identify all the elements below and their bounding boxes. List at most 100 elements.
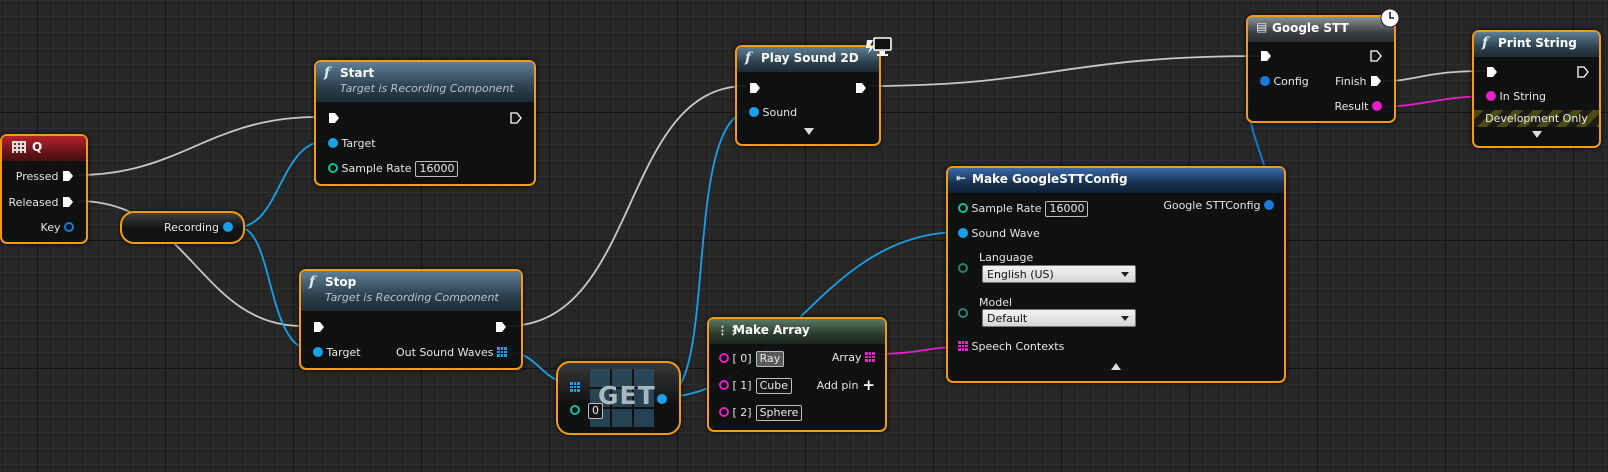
expand-arrow-icon[interactable] (1532, 131, 1542, 138)
exec-out-pin[interactable] (1577, 66, 1589, 80)
make-google-stt-config-node[interactable]: ⇤ Make GoogleSTTConfig Sample Rate 16000 S… (946, 166, 1286, 383)
key-q-node[interactable]: Q Pressed Released Key (0, 134, 88, 244)
item-0-input[interactable]: Ray (755, 351, 785, 367)
object-pin-icon (657, 394, 667, 404)
array-in-pin[interactable] (570, 381, 580, 395)
object-pin-icon (958, 228, 968, 238)
exec-in-pin[interactable] (328, 112, 340, 126)
array-item-1-pin[interactable]: [ 1] Cube (719, 378, 792, 394)
config-out-pin[interactable]: Google STTConfig (1163, 199, 1274, 213)
in-string-pin[interactable]: In String (1486, 90, 1546, 104)
exec-out-icon (63, 197, 73, 207)
exec-out-pin[interactable] (1370, 50, 1382, 64)
pin-label: Speech Contexts (971, 340, 1065, 353)
node-subtitle: Target is Recording Component (340, 82, 514, 95)
pin-label: Target (326, 346, 361, 359)
exec-out-pin[interactable] (495, 321, 507, 335)
array-pin-icon (497, 347, 507, 357)
config-pin[interactable]: Config (1260, 75, 1309, 89)
make-array-icon: ⋮⋮ (717, 324, 739, 337)
result-pin[interactable]: Result (1334, 100, 1382, 114)
item-1-input[interactable]: Cube (755, 378, 792, 394)
node-title: Make Array (733, 323, 810, 337)
google-stt-node[interactable]: ▤ Google STT Config Finish Result (1246, 15, 1396, 123)
item-out-pin[interactable] (657, 393, 667, 407)
pin-label: Key (40, 221, 61, 234)
client-only-icon (866, 37, 892, 63)
recording-out-pin[interactable]: Recording (164, 221, 233, 235)
keyboard-icon (12, 141, 26, 153)
sample-rate-input[interactable]: 16000 (415, 161, 459, 177)
exec-in-pin[interactable] (313, 321, 325, 335)
target-pin[interactable]: Target (313, 346, 361, 360)
released-pin[interactable]: Released (9, 196, 74, 210)
pin-label: Add pin (816, 379, 859, 392)
pin-label: Sound (762, 106, 798, 119)
item-2-input[interactable]: Sphere (755, 405, 803, 421)
exec-in-icon (329, 113, 339, 123)
model-label: Model (979, 296, 1013, 309)
enum-pin-icon (958, 308, 968, 318)
sample-rate-input[interactable]: 16000 (1045, 201, 1089, 217)
collapse-arrow-icon[interactable] (1111, 363, 1121, 370)
language-pin[interactable] (958, 262, 968, 276)
key-pin[interactable]: Key (41, 221, 74, 235)
sample-rate-pin[interactable]: Sample Rate 16000 (958, 201, 1089, 217)
add-pin-button[interactable]: Add pin + (817, 378, 875, 393)
exec-in-pin[interactable] (1486, 66, 1498, 80)
exec-in-pin[interactable] (749, 82, 761, 96)
model-pin[interactable] (958, 307, 968, 321)
array-pin-icon (865, 352, 875, 362)
exec-out-icon (1370, 50, 1382, 62)
pin-label: Array (831, 351, 862, 364)
exec-out-icon (510, 112, 522, 124)
index-input[interactable]: 0 (588, 403, 603, 419)
out-sound-waves-pin[interactable]: Out Sound Waves (396, 346, 507, 360)
model-dropdown[interactable]: Default (982, 309, 1136, 327)
pin-label: Sample Rate (971, 202, 1042, 215)
exec-out-pin[interactable] (855, 82, 867, 96)
target-pin[interactable]: Target (328, 137, 376, 151)
speech-contexts-pin[interactable]: Speech Contexts (958, 340, 1064, 354)
language-dropdown[interactable]: English (US) (982, 265, 1136, 283)
exec-out-pin[interactable] (510, 112, 522, 126)
array-pin-icon (958, 341, 968, 351)
int-pin-icon (328, 163, 338, 173)
string-pin-icon (1486, 91, 1496, 101)
index-pin[interactable]: 0 (570, 403, 603, 419)
play-sound-2d-node[interactable]: f Play Sound 2D Sound (735, 45, 881, 146)
pin-label: Result (1334, 100, 1369, 113)
pin-label: Released (8, 196, 59, 209)
object-pin-icon (313, 347, 323, 357)
function-icon: f (324, 65, 331, 81)
wire-pressed-to-start (77, 116, 318, 176)
pin-label: Google STTConfig (1163, 199, 1261, 212)
finish-pin[interactable]: Finish (1335, 75, 1382, 89)
pin-label: Config (1273, 75, 1309, 88)
sound-wave-pin[interactable]: Sound Wave (958, 227, 1040, 241)
print-string-node[interactable]: f Print String In String Development Only (1472, 30, 1601, 148)
array-get-node[interactable]: GET 0 (556, 361, 681, 435)
recording-variable-node[interactable]: Recording (120, 211, 245, 244)
object-pin-icon (222, 222, 233, 232)
stop-function-node[interactable]: f Stop Target is Recording Component Targe… (299, 269, 523, 370)
async-node-icon: ▤ (1256, 20, 1268, 34)
exec-out-icon (63, 171, 73, 181)
make-array-node[interactable]: ⋮⋮ Make Array [ 0] Ray [ 1] Cube [ 2] Sphere… (707, 317, 887, 432)
node-title: Make GoogleSTTConfig (972, 172, 1128, 186)
sample-rate-pin[interactable]: Sample Rate 16000 (328, 161, 459, 177)
array-item-0-pin[interactable]: [ 0] Ray (719, 351, 785, 367)
expand-arrow-icon[interactable] (804, 128, 814, 135)
pin-label: [ 2] (732, 406, 752, 419)
pressed-pin[interactable]: Pressed (16, 170, 74, 184)
sound-pin[interactable]: Sound (749, 106, 797, 120)
int-pin-icon (570, 405, 580, 415)
exec-in-pin[interactable] (1260, 50, 1272, 64)
array-item-2-pin[interactable]: [ 2] Sphere (719, 405, 803, 421)
latent-clock-icon (1380, 8, 1400, 32)
start-function-node[interactable]: f Start Target is Recording Component Targ… (314, 60, 536, 186)
array-pin-icon (570, 382, 580, 392)
chevron-down-icon (1121, 272, 1129, 277)
pin-label: Finish (1335, 75, 1367, 88)
array-out-pin[interactable]: Array (832, 351, 875, 365)
